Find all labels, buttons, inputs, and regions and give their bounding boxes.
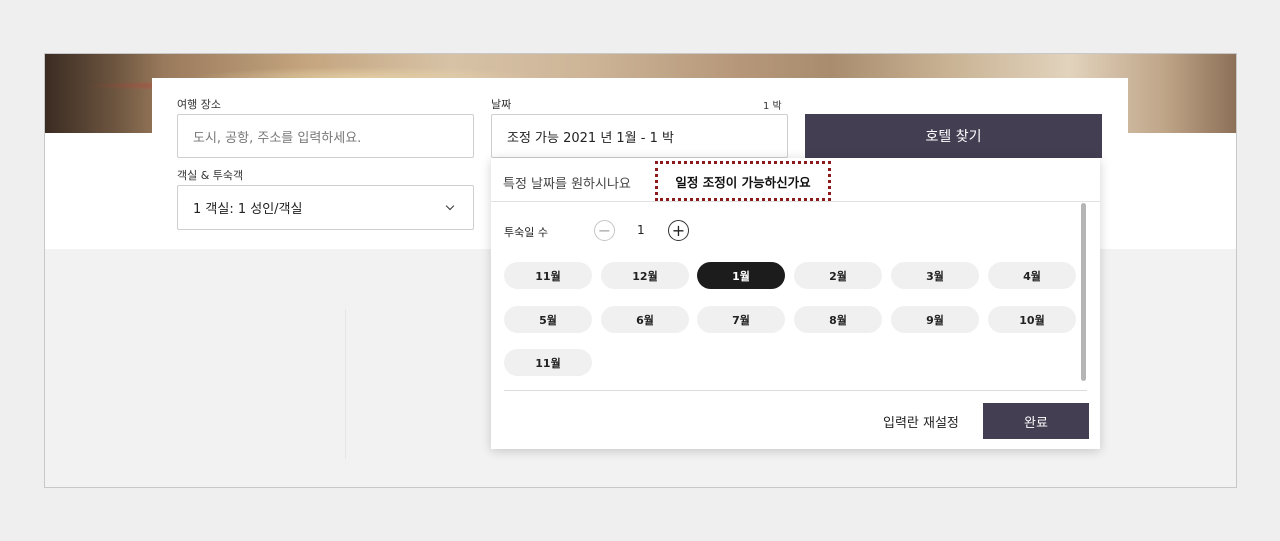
tab-flexible-dates-label: 일정 조정이 가능하신가요 — [675, 174, 811, 190]
rooms-value: 1 객실: 1 성인/객실 — [193, 202, 303, 217]
footer-divider — [504, 390, 1087, 391]
month-chip[interactable]: 11월 — [504, 349, 592, 376]
rooms-label: 객실 & 투숙객 — [177, 169, 244, 182]
find-hotels-button[interactable]: 호텔 찾기 — [805, 114, 1102, 158]
month-chip[interactable]: 8월 — [794, 306, 882, 333]
month-chip[interactable]: 10월 — [988, 306, 1076, 333]
decrease-nights-button[interactable]: − — [594, 220, 615, 241]
dates-label: 날짜 — [491, 98, 512, 111]
destination-label: 여행 장소 — [177, 98, 221, 111]
minus-icon: − — [597, 220, 612, 240]
month-chip[interactable]: 4월 — [988, 262, 1076, 289]
nights-label: 투숙일 수 — [504, 226, 548, 239]
tab-specific-dates[interactable]: 특정 날짜를 원하시나요 — [503, 173, 631, 192]
date-picker-tabs: 특정 날짜를 원하시나요 일정 조정이 가능하신가요 — [491, 158, 1100, 202]
month-chip[interactable]: 12월 — [601, 262, 689, 289]
nights-hint: 1 박 — [763, 101, 782, 112]
done-button[interactable]: 완료 — [983, 403, 1089, 439]
month-chip[interactable]: 2월 — [794, 262, 882, 289]
dates-value: 조정 가능 2021 년 1월 - 1 박 — [507, 130, 674, 146]
month-chip-selected[interactable]: 1월 — [697, 262, 785, 289]
plus-icon: + — [671, 220, 686, 240]
rooms-select[interactable]: 1 객실: 1 성인/객실 — [177, 185, 474, 230]
date-picker-dropdown: 특정 날짜를 원하시나요 일정 조정이 가능하신가요 투숙일 수 − 1 + 1… — [491, 158, 1100, 449]
month-chip[interactable]: 6월 — [601, 306, 689, 333]
tab-flexible-dates[interactable]: 일정 조정이 가능하신가요 — [655, 161, 831, 201]
month-chip[interactable]: 9월 — [891, 306, 979, 333]
increase-nights-button[interactable]: + — [668, 220, 689, 241]
month-chip[interactable]: 5월 — [504, 306, 592, 333]
chevron-down-icon — [445, 201, 455, 211]
month-chip[interactable]: 11월 — [504, 262, 592, 289]
destination-placeholder: 도시, 공항, 주소를 입력하세요. — [193, 130, 362, 146]
nights-value: 1 — [637, 223, 645, 237]
dates-field[interactable]: 조정 가능 2021 년 1월 - 1 박 — [491, 114, 788, 158]
divider-line — [345, 309, 346, 459]
destination-input[interactable]: 도시, 공항, 주소를 입력하세요. — [177, 114, 474, 158]
month-chip[interactable]: 7월 — [697, 306, 785, 333]
month-chip[interactable]: 3월 — [891, 262, 979, 289]
reset-button[interactable]: 입력란 재설정 — [883, 412, 959, 431]
scrollbar[interactable] — [1081, 203, 1086, 381]
